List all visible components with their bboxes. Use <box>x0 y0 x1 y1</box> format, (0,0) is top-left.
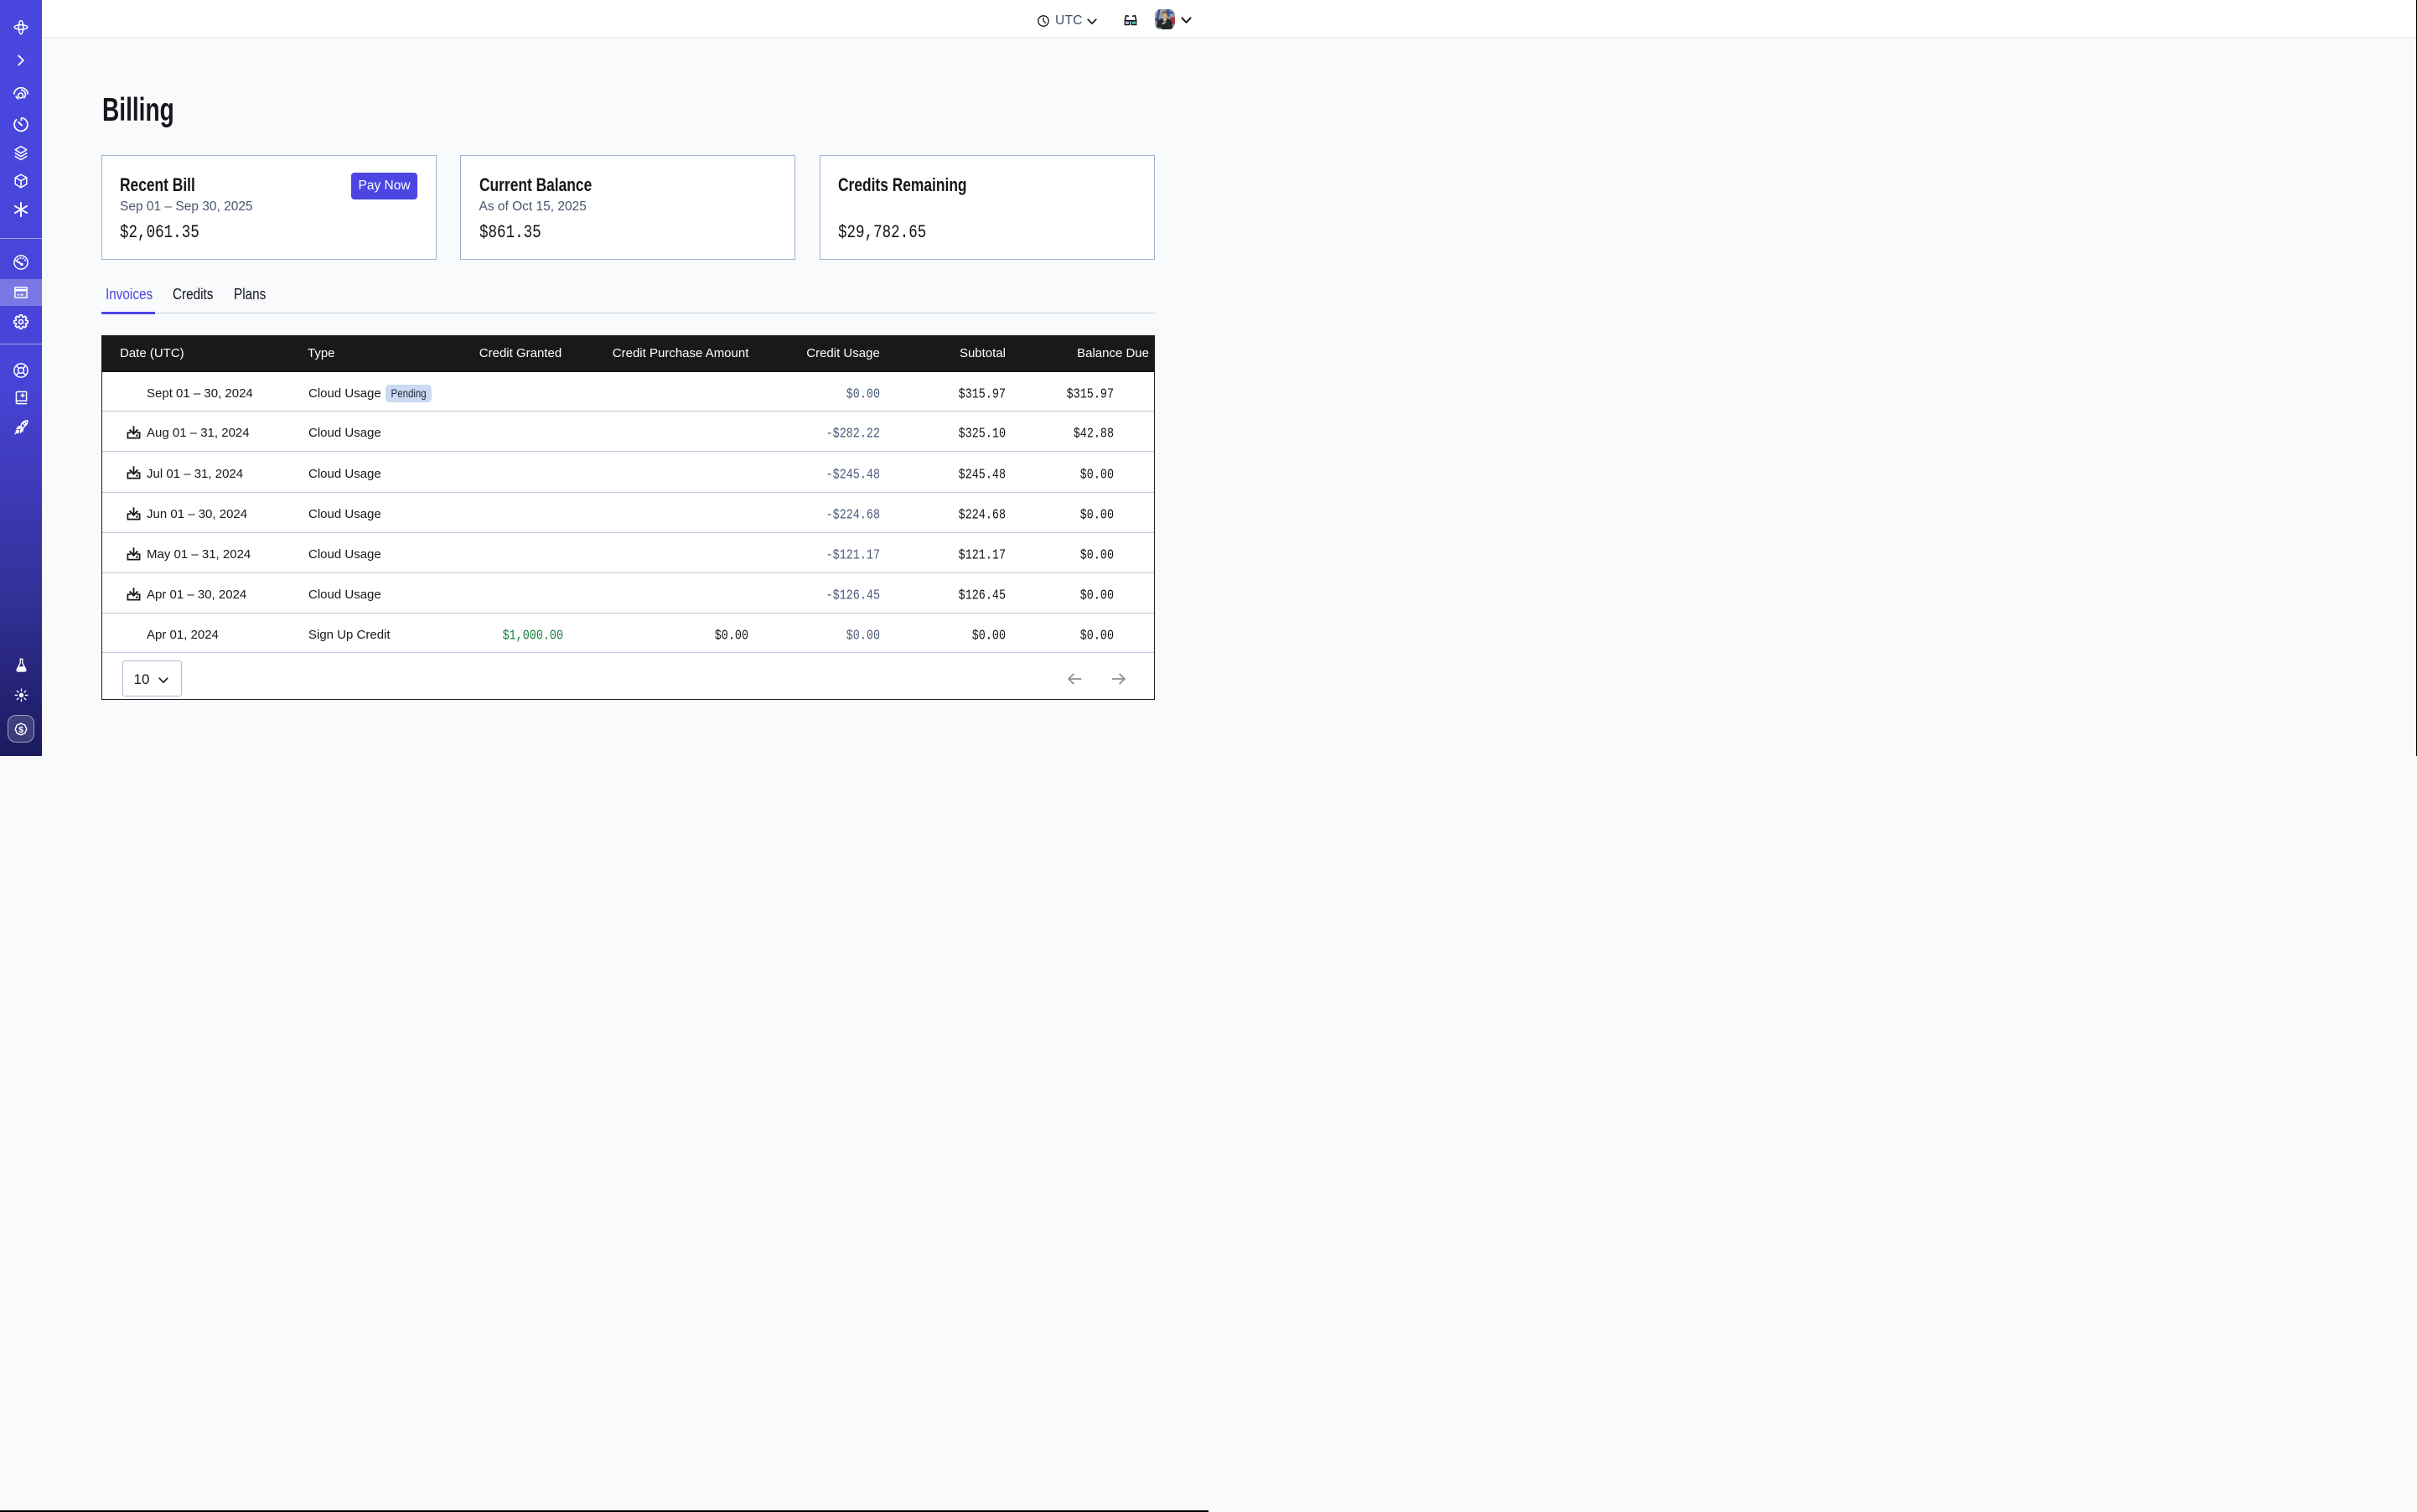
svg-text:$: $ <box>18 725 23 735</box>
